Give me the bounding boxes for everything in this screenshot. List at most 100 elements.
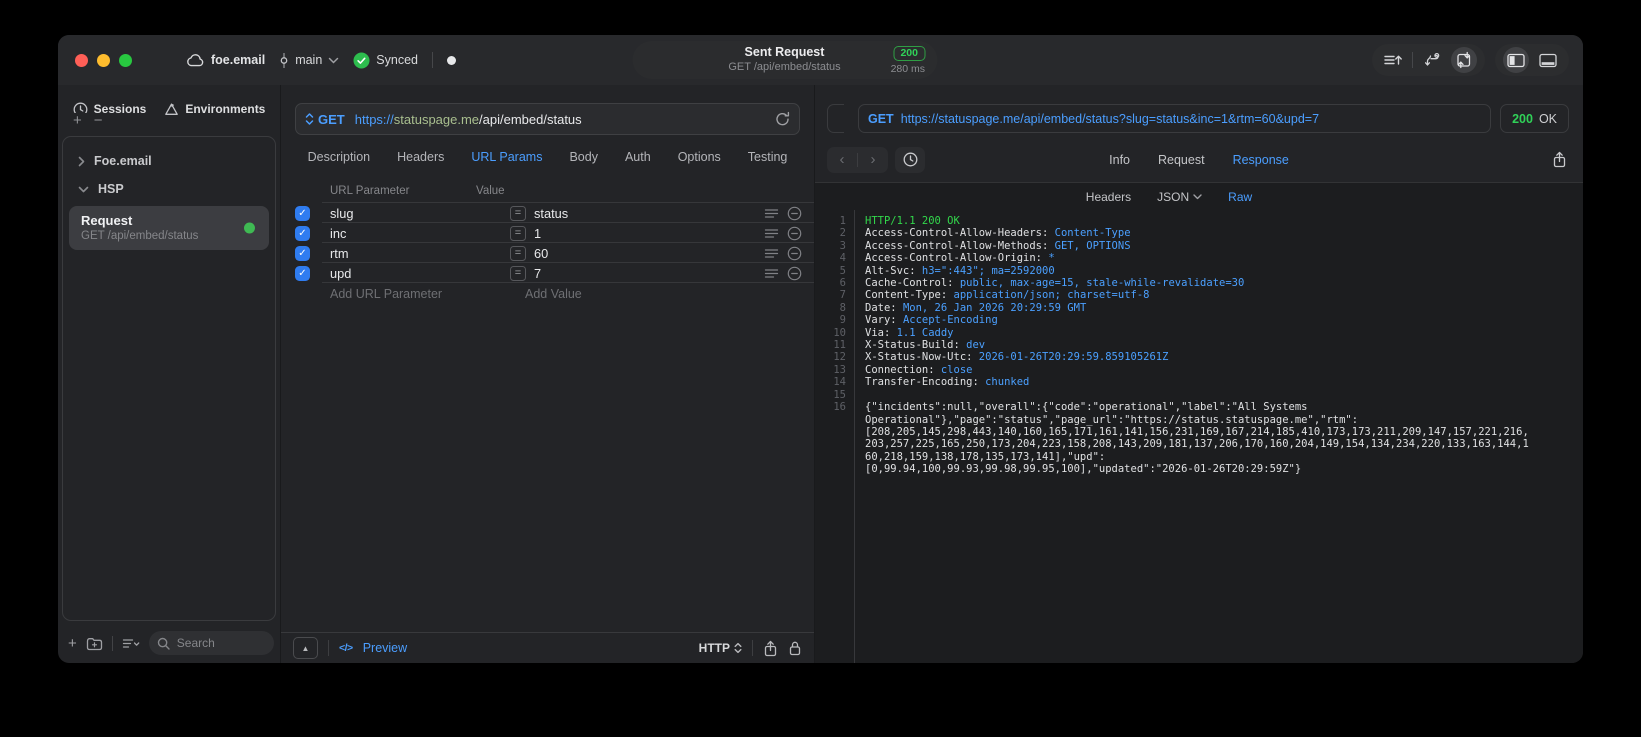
- close-window-button[interactable]: [75, 53, 88, 67]
- forward-button[interactable]: ›: [858, 152, 888, 167]
- transfer-box-icon: [1455, 51, 1473, 69]
- tab-environments-label: Environments: [185, 102, 266, 116]
- param-name-field[interactable]: rtm: [330, 246, 510, 261]
- request-url-bar[interactable]: GET https://statuspage.me/api/embed/stat…: [295, 103, 800, 135]
- toolbar-actions-group: [1372, 44, 1485, 76]
- equals-icon: =: [510, 225, 526, 241]
- fullscreen-window-button[interactable]: [119, 53, 132, 67]
- history-button[interactable]: [895, 146, 925, 173]
- share-button[interactable]: [763, 640, 778, 657]
- list-chevron-icon: [122, 637, 140, 650]
- request-list-button[interactable]: [1380, 47, 1406, 73]
- sent-request-pill[interactable]: Sent Request GET /api/embed/status 200 2…: [632, 41, 937, 79]
- drag-handle-icon[interactable]: [764, 248, 779, 259]
- param-row-upd: ✓ upd = 7: [281, 263, 814, 283]
- tab-description[interactable]: Description: [308, 150, 371, 164]
- lock-button[interactable]: [788, 640, 802, 656]
- equals-icon: =: [510, 245, 526, 261]
- tree-item-foe-email[interactable]: Foe.email: [63, 147, 275, 175]
- param-name-field[interactable]: inc: [330, 226, 510, 241]
- sync-status[interactable]: Synced: [353, 52, 418, 69]
- param-value-field[interactable]: status: [534, 206, 568, 221]
- preview-button[interactable]: Preview: [363, 641, 407, 655]
- subtab-json-selector[interactable]: JSON: [1157, 190, 1202, 204]
- resend-request-button[interactable]: [775, 111, 790, 127]
- share-icon: [1552, 151, 1567, 168]
- sidebar-search[interactable]: [148, 631, 274, 655]
- project-switcher[interactable]: foe.email: [186, 53, 265, 67]
- sent-request-url-box[interactable]: GET https://statuspage.me/api/embed/stat…: [858, 104, 1492, 133]
- param-value-field[interactable]: 7: [534, 266, 541, 281]
- new-request-button[interactable]: +: [68, 636, 77, 651]
- drag-handle-icon[interactable]: [764, 208, 779, 219]
- param-name-field[interactable]: upd: [330, 266, 510, 281]
- subtab-json-label: JSON: [1157, 189, 1190, 204]
- json-body-line: {"incidents":null,"overall":{"code":"ope…: [865, 401, 1308, 414]
- remove-item-button[interactable]: −: [94, 113, 103, 128]
- collapse-panel-button[interactable]: ▲: [293, 637, 318, 659]
- toggle-left-sidebar-button[interactable]: [1503, 47, 1529, 73]
- add-value-field[interactable]: Add Value: [518, 287, 582, 301]
- tab-body[interactable]: Body: [569, 150, 598, 164]
- response-subtabs: Headers JSON Raw: [785, 183, 1553, 210]
- line-number: 6: [839, 277, 846, 290]
- tab-auth[interactable]: Auth: [625, 150, 651, 164]
- column-header-value: Value: [476, 185, 505, 197]
- back-button[interactable]: ‹: [827, 152, 857, 167]
- tab-url-params[interactable]: URL Params: [471, 150, 542, 164]
- subtab-raw[interactable]: Raw: [1228, 190, 1252, 204]
- line-number: 5: [839, 264, 846, 277]
- chevron-right-icon: [78, 156, 85, 167]
- layout-toggles-group: [1495, 44, 1569, 76]
- tree-item-hsp[interactable]: HSP: [63, 175, 275, 203]
- list-up-arrow-icon: [1383, 52, 1403, 68]
- url-text[interactable]: https://statuspage.me/api/embed/status: [355, 112, 582, 127]
- chevron-down-icon: [328, 57, 339, 64]
- history-clock-icon: [903, 152, 918, 167]
- add-item-button[interactable]: +: [73, 113, 82, 128]
- subtab-headers[interactable]: Headers: [1086, 190, 1131, 204]
- tab-environments[interactable]: Environments: [164, 102, 265, 117]
- minimize-window-button[interactable]: [97, 53, 110, 67]
- branch-selector[interactable]: main: [279, 52, 339, 69]
- drag-handle-icon[interactable]: [764, 268, 779, 279]
- toggle-bottom-panel-button[interactable]: [1535, 47, 1561, 73]
- gutter-divider: [854, 210, 855, 663]
- response-raw-view[interactable]: 1 HTTP/1.1 200 OK 2 Access-Control-Allow-H…: [815, 210, 1583, 663]
- protocol-selector[interactable]: HTTP: [699, 641, 742, 655]
- traffic-lights: [75, 53, 132, 67]
- remove-row-icon[interactable]: [787, 266, 802, 281]
- param-checkbox[interactable]: ✓: [295, 245, 310, 261]
- status-code-badge: 200: [893, 46, 925, 61]
- sort-options-button[interactable]: [122, 637, 140, 650]
- remove-row-icon[interactable]: [787, 246, 802, 261]
- param-checkbox[interactable]: ✓: [295, 265, 310, 281]
- tab-headers[interactable]: Headers: [397, 150, 444, 164]
- param-name-field[interactable]: slug: [330, 206, 510, 221]
- new-folder-button[interactable]: [86, 636, 103, 651]
- param-checkbox[interactable]: ✓: [295, 225, 310, 241]
- search-input[interactable]: [174, 635, 259, 651]
- param-value-field[interactable]: 1: [534, 226, 541, 241]
- import-export-button[interactable]: [1451, 47, 1477, 73]
- tab-info[interactable]: Info: [1109, 153, 1130, 167]
- param-checkbox[interactable]: ✓: [295, 205, 310, 221]
- tab-request[interactable]: Request: [1158, 153, 1205, 167]
- fork-sync-button[interactable]: [1419, 47, 1445, 73]
- unsaved-indicator-dot: [446, 55, 456, 65]
- tab-options[interactable]: Options: [678, 150, 721, 164]
- fork-arrows-icon: [1423, 52, 1441, 68]
- sidebar-left-icon: [1507, 53, 1525, 68]
- export-response-button[interactable]: [1552, 151, 1567, 168]
- request-method[interactable]: GET: [318, 112, 345, 127]
- add-url-parameter-field[interactable]: Add URL Parameter: [330, 287, 518, 301]
- tab-response[interactable]: Response: [1233, 153, 1289, 167]
- remove-row-icon[interactable]: [787, 226, 802, 241]
- json-body-line: [208,205,145,298,443,140,160,165,171,161…: [865, 425, 1529, 438]
- param-value-field[interactable]: 60: [534, 246, 548, 261]
- json-body-line: 203,257,225,165,250,173,204,223,158,208,…: [865, 438, 1529, 451]
- request-list-item-selected[interactable]: Request GET /api/embed/status: [69, 206, 269, 250]
- response-request-method: GET: [868, 111, 894, 126]
- tab-testing[interactable]: Testing: [748, 150, 788, 164]
- drag-handle-icon[interactable]: [764, 228, 779, 239]
